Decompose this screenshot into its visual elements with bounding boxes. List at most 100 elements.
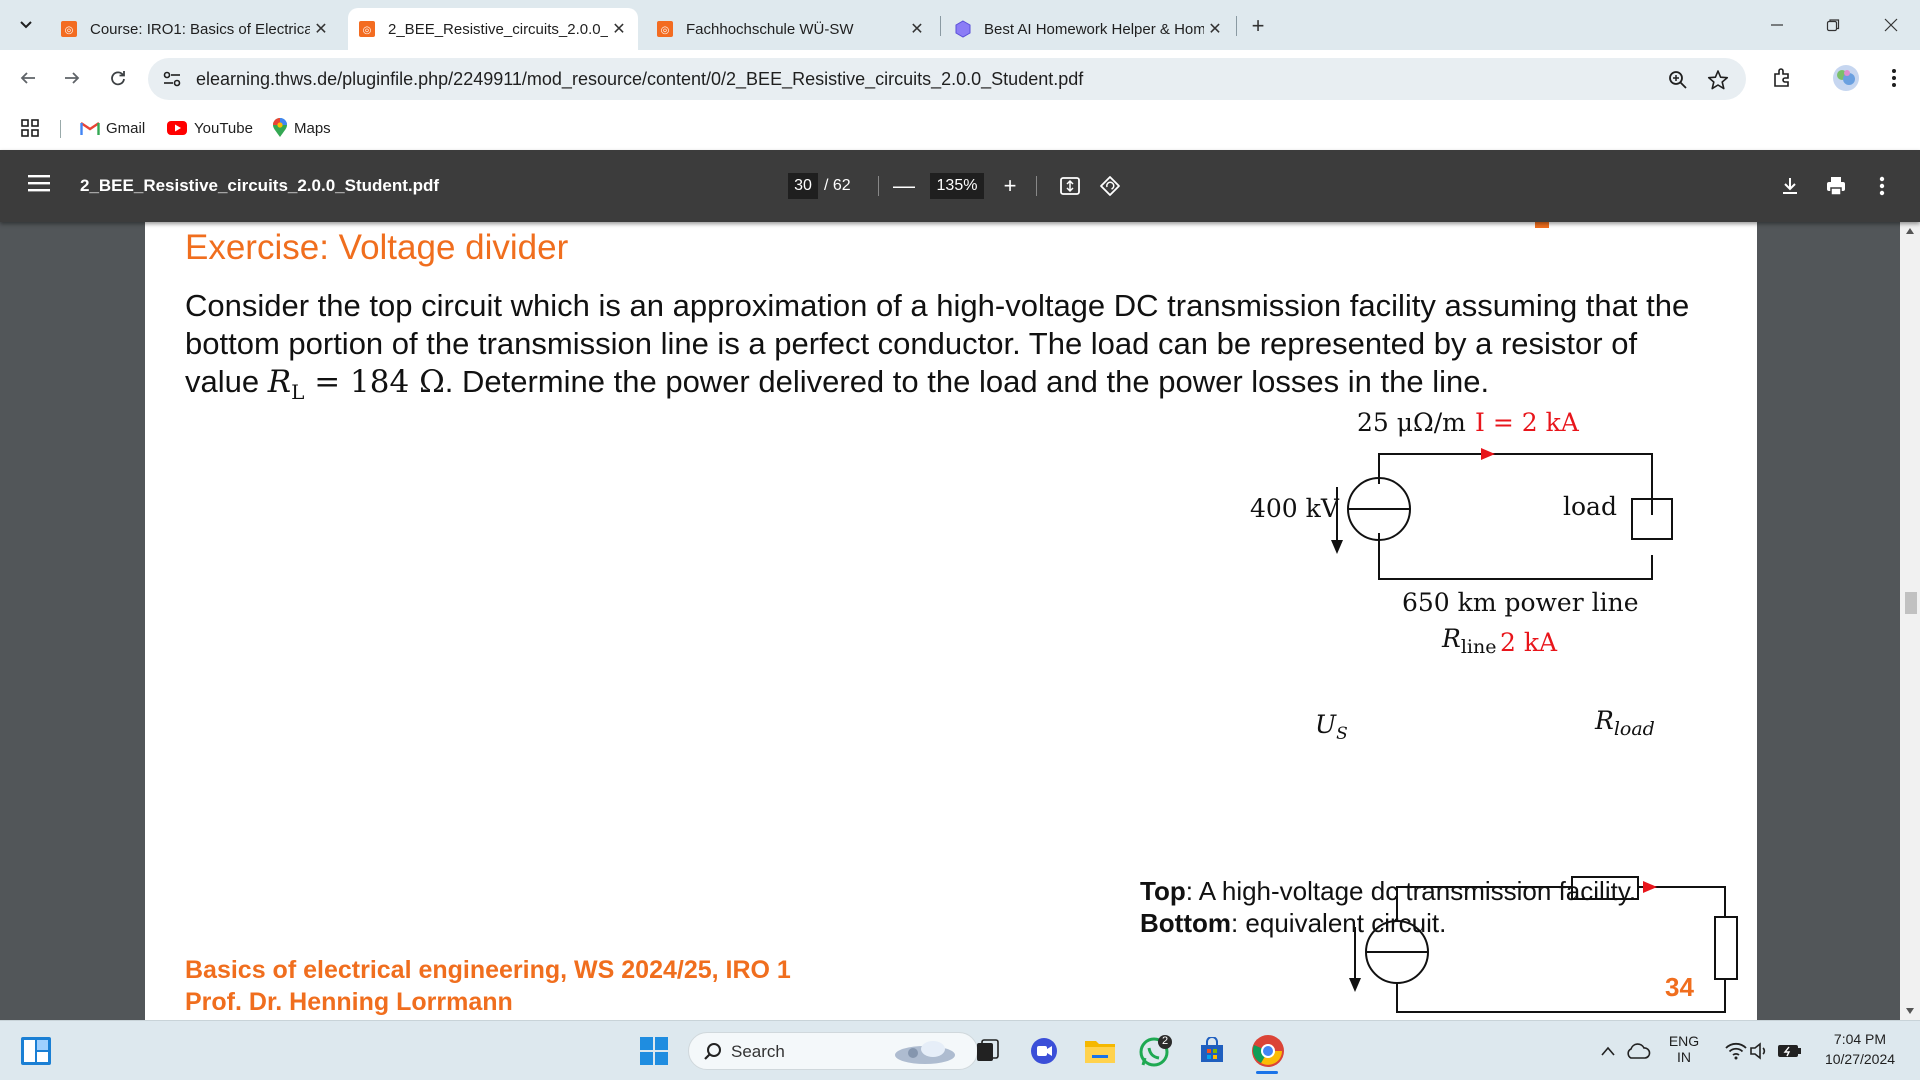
meet-app-icon[interactable] (1024, 1031, 1064, 1071)
restore-button[interactable] (1808, 8, 1858, 42)
slide-page-number: 34 (1665, 972, 1694, 1002)
pdf-viewer-area[interactable]: Exercise: Voltage divider Consider the t… (0, 222, 1920, 1020)
browser-menu-icon[interactable] (1878, 62, 1910, 94)
tab-title: Course: IRO1: Basics of Electrical (90, 20, 310, 38)
toolbar-separator (878, 176, 879, 196)
bottom-current-label: 2 kA (1500, 628, 1558, 657)
us-label: US (1315, 710, 1348, 744)
back-button[interactable] (12, 62, 44, 94)
rotate-icon[interactable] (1096, 172, 1124, 200)
voltage-arrow-head (1331, 540, 1343, 554)
svg-text:◎: ◎ (65, 25, 74, 36)
task-view-icon[interactable] (968, 1031, 1008, 1071)
us-arrow-head (1349, 978, 1361, 992)
bookmark-star-icon[interactable] (1706, 68, 1730, 92)
taskbar-search[interactable]: Search (688, 1032, 978, 1070)
language-top: ENG (1668, 1033, 1700, 1049)
forward-button[interactable] (56, 62, 88, 94)
reload-button[interactable] (102, 62, 134, 94)
menu-hamburger-icon[interactable] (28, 174, 50, 192)
bookmark-maps[interactable]: Maps (272, 116, 331, 140)
rload-resistor (1714, 916, 1738, 980)
caption-text: : equivalent circuit. (1230, 908, 1447, 938)
address-bar[interactable]: elearning.thws.de/pluginfile.php/2249911… (148, 58, 1746, 100)
tab-close-icon[interactable]: ✕ (310, 18, 332, 40)
current-label: I = 2 kA (1475, 408, 1579, 437)
store-icon[interactable] (1192, 1031, 1232, 1071)
print-icon[interactable] (1822, 172, 1850, 200)
source-voltage-label: 400 kV (1250, 494, 1339, 523)
svg-text:◎: ◎ (661, 25, 670, 36)
tab-fhws[interactable]: ◎ Fachhochschule WÜ-SW ✕ (646, 8, 936, 50)
start-button[interactable] (634, 1031, 674, 1071)
restore-icon (1826, 19, 1840, 32)
clock[interactable]: 7:04 PM 10/27/2024 (1810, 1031, 1910, 1067)
us-symbol: U (1315, 710, 1337, 739)
tab-course[interactable]: ◎ Course: IRO1: Basics of Electrical ✕ (50, 8, 340, 50)
tab-pdf[interactable]: ◎ 2_BEE_Resistive_circuits_2.0.0_Student… (348, 8, 638, 50)
pdf-more-icon[interactable] (1868, 172, 1896, 200)
svg-text:◎: ◎ (363, 25, 372, 36)
zoom-in-button[interactable]: + (996, 172, 1024, 200)
tab-title: Fachhochschule WÜ-SW (686, 20, 854, 38)
tab-close-icon[interactable]: ✕ (1204, 18, 1226, 40)
search-icon (704, 1043, 721, 1060)
top-wire-lower (1378, 533, 1653, 580)
download-icon[interactable] (1776, 172, 1804, 200)
rload-label: Rload (1595, 706, 1655, 740)
profile-avatar[interactable] (1830, 62, 1862, 94)
bookmark-youtube[interactable]: YouTube (166, 116, 253, 140)
fit-page-icon[interactable] (1056, 172, 1084, 200)
gmail-icon (80, 122, 100, 135)
tab-title: 2_BEE_Resistive_circuits_2.0.0_Student.p… (388, 20, 608, 38)
clock-time: 7:04 PM (1833, 1031, 1887, 1047)
youtube-icon (167, 121, 187, 135)
url-text[interactable]: elearning.thws.de/pluginfile.php/2249911… (196, 69, 1083, 90)
extensions-icon[interactable] (1766, 62, 1798, 94)
windows-taskbar: Search 2 ENG IN 7:04 PM 10/27/2024 (0, 1020, 1920, 1080)
scroll-up-icon[interactable] (1906, 228, 1914, 234)
whatsapp-badge: 2 (1162, 1035, 1169, 1047)
new-tab-button[interactable]: + (1244, 12, 1272, 40)
caption-bottom: Bottom: equivalent circuit. (1140, 908, 1446, 939)
tab-close-icon[interactable]: ✕ (906, 18, 928, 40)
windows-logo-icon (640, 1037, 668, 1065)
running-indicator (1256, 1071, 1278, 1074)
tab-search-button[interactable] (12, 10, 40, 38)
footer-course: Basics of electrical engineering, WS 202… (185, 956, 791, 984)
bookmark-gmail[interactable]: Gmail (80, 116, 145, 140)
vertical-scrollbar[interactable] (1900, 222, 1920, 1020)
onedrive-icon[interactable] (1618, 1031, 1658, 1071)
widgets-icon[interactable] (16, 1031, 56, 1071)
minimize-button[interactable] (1752, 8, 1802, 42)
minimize-icon (1771, 24, 1783, 26)
zoom-indicator-icon[interactable] (1666, 68, 1690, 92)
zoom-out-button[interactable]: — (890, 172, 918, 200)
tab-separator (940, 16, 941, 36)
scroll-down-icon[interactable] (1906, 1008, 1914, 1014)
battery-icon[interactable] (1770, 1031, 1810, 1071)
file-explorer-icon[interactable] (1080, 1031, 1120, 1071)
chrome-icon[interactable] (1248, 1031, 1288, 1074)
page-number-input[interactable]: 30 (788, 173, 818, 199)
bookmarks-separator (60, 120, 61, 138)
apps-grid-icon[interactable] (20, 116, 46, 140)
bookmarks-bar: Gmail YouTube Maps (0, 106, 1920, 150)
close-window-button[interactable] (1866, 8, 1916, 42)
scrollbar-thumb[interactable] (1905, 592, 1917, 614)
moodle-favicon-icon: ◎ (359, 21, 375, 37)
browser-toolbar: elearning.thws.de/pluginfile.php/2249911… (0, 50, 1920, 106)
reload-icon (111, 71, 125, 86)
tab-close-icon[interactable]: ✕ (608, 18, 630, 40)
footer-professor: Prof. Dr. Henning Lorrmann (185, 988, 513, 1016)
tab-homework[interactable]: Best AI Homework Helper & Homework ✕ (944, 8, 1234, 50)
page-total: / 62 (824, 177, 851, 194)
language-indicator[interactable]: ENG IN (1666, 1033, 1702, 1065)
whatsapp-icon[interactable]: 2 (1136, 1031, 1176, 1071)
site-settings-icon[interactable] (162, 70, 182, 88)
bottom-current-arrow-head (1643, 881, 1657, 893)
arrow-right-icon (65, 72, 80, 84)
bookmark-label: Maps (294, 119, 331, 137)
zoom-level-input[interactable]: 135% (930, 173, 984, 199)
search-highlight-art-icon (895, 1041, 955, 1064)
